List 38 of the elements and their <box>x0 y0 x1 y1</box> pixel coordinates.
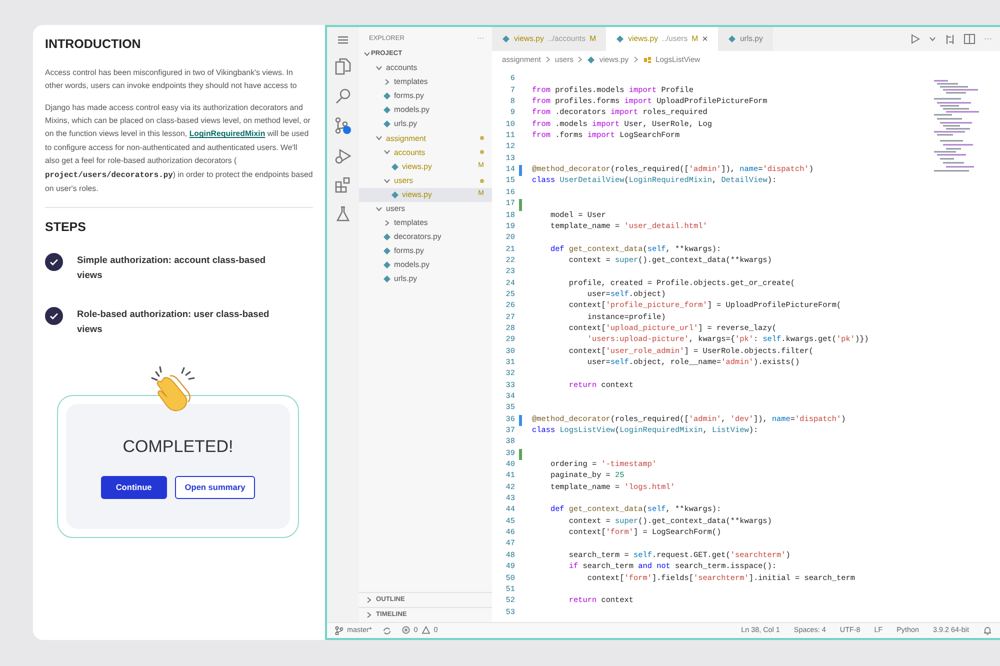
continue-button[interactable]: Continue <box>100 476 167 499</box>
chevron-right-icon <box>632 56 639 64</box>
chevron-down-icon[interactable] <box>375 204 383 213</box>
compare-icon[interactable] <box>945 34 955 44</box>
warning-icon <box>422 626 430 634</box>
section-title: STEPS <box>45 219 87 236</box>
chevron-down-icon[interactable] <box>383 176 391 185</box>
python-file-icon <box>391 162 399 171</box>
files-icon[interactable] <box>335 58 351 75</box>
menu-icon[interactable] <box>337 35 349 45</box>
error-icon <box>402 626 410 634</box>
step-label: Role-based authorization: user class-based views <box>77 308 270 336</box>
chevron-down-icon[interactable] <box>929 36 936 42</box>
class-symbol-icon <box>642 56 652 64</box>
python-file-icon <box>391 190 399 199</box>
flask-icon[interactable] <box>336 206 350 222</box>
more-button[interactable]: ··· <box>984 33 992 45</box>
source-control-icon[interactable] <box>334 117 352 135</box>
bell-icon[interactable] <box>983 626 992 635</box>
chevron-right-icon[interactable] <box>383 218 391 227</box>
chevron-right-icon <box>544 56 551 64</box>
completion-title: COMPLETED! <box>122 436 234 458</box>
extensions-icon[interactable] <box>335 177 351 193</box>
python-file-icon <box>616 35 624 43</box>
python-file-icon <box>728 35 736 43</box>
run-icon[interactable] <box>911 34 920 44</box>
step-label: Simple authorization: account class-based views <box>77 254 267 282</box>
sync-icon[interactable] <box>382 626 392 634</box>
chevron-right-icon <box>577 56 584 64</box>
python-file-icon <box>502 35 510 43</box>
chevron-right-icon[interactable] <box>383 78 391 86</box>
run-debug-icon[interactable] <box>334 148 352 164</box>
summary-button[interactable]: Open summary <box>174 476 256 499</box>
branch-icon <box>335 626 343 635</box>
split-editor-icon[interactable] <box>964 34 975 44</box>
python-file-icon <box>587 56 596 64</box>
search-icon[interactable] <box>335 88 351 104</box>
section-title: INTRODUCTION <box>45 36 142 53</box>
